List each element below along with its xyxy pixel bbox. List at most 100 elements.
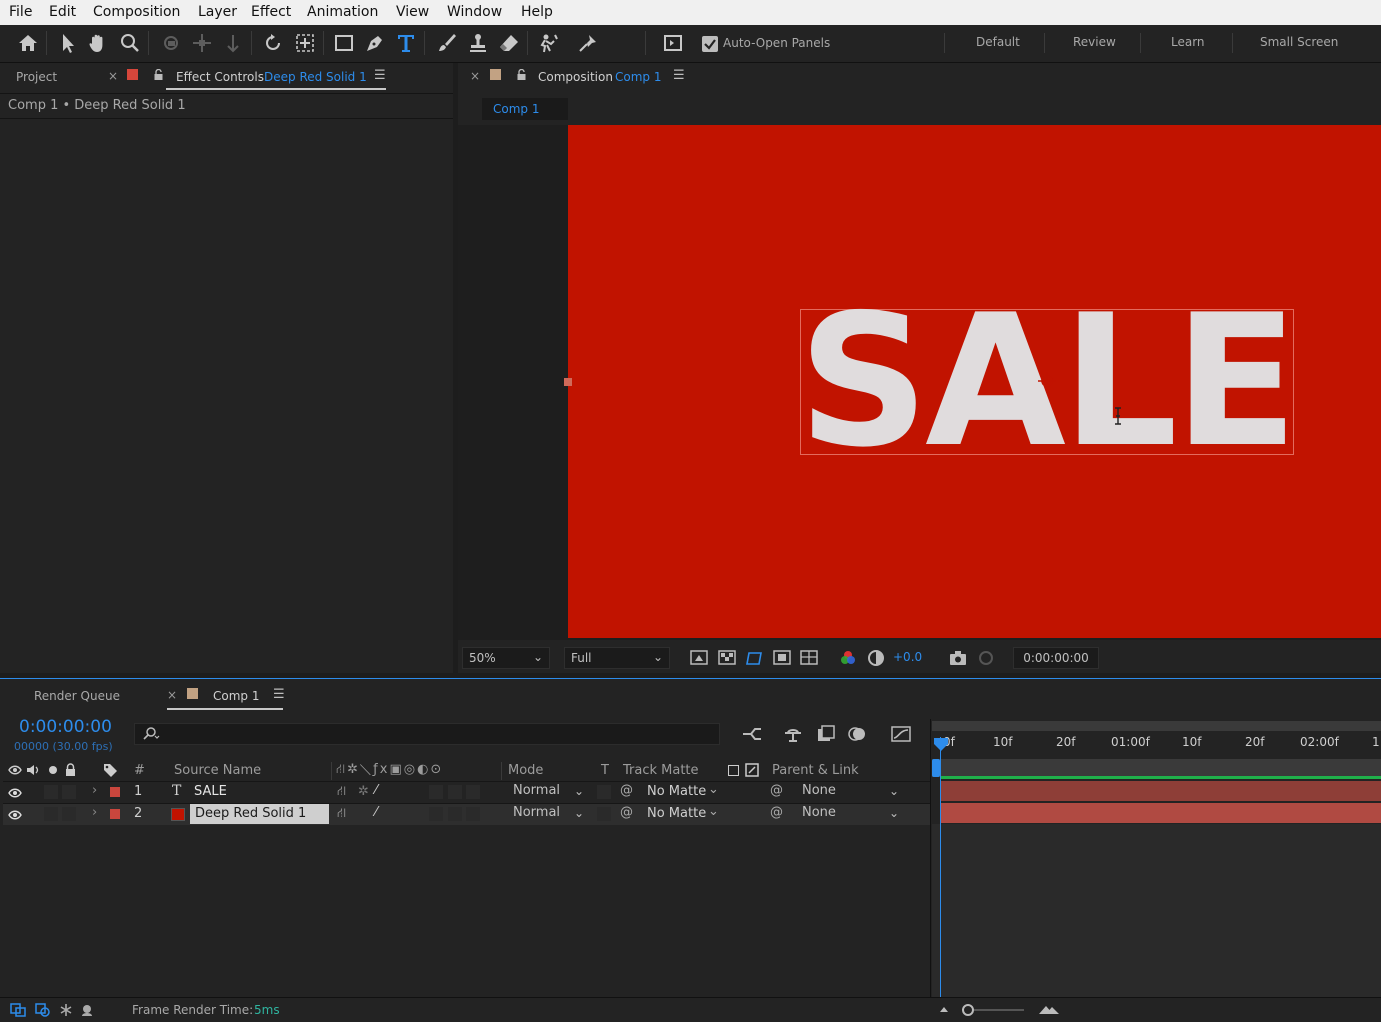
menu-view[interactable]: View [396,4,429,20]
type-tool-icon[interactable] [393,30,419,56]
lock-column-icon[interactable] [65,763,76,776]
quality-switch-icon[interactable]: ⁄ [375,783,377,798]
resolution-dropdown[interactable]: Full ⌄ [564,647,670,669]
lock-switch[interactable] [62,785,76,799]
workspace-learn[interactable]: Learn [1171,35,1205,49]
quality-switch-icon[interactable]: ⁄ [375,805,377,820]
transfer-controls-toggle-icon[interactable] [35,1003,51,1017]
preserve-transparency-switch[interactable] [597,785,611,799]
matte-alpha-icon[interactable] [745,763,759,777]
chevron-down-icon[interactable]: ⌄ [708,782,719,797]
composition-mini-flowchart-icon[interactable] [741,725,763,743]
chevron-down-icon[interactable]: ⌄ [708,804,719,819]
zoom-out-icon[interactable] [938,1004,950,1014]
work-area-bar[interactable] [932,721,1381,731]
close-icon[interactable]: × [470,69,480,83]
solo-switch[interactable] [44,785,58,799]
time-ruler[interactable]: 0f 10f 20f 01:00f 10f 20f 02:00f 1 [932,731,1381,758]
layer-switches-toggle-icon[interactable] [10,1003,26,1017]
lock-icon[interactable] [517,69,526,80]
video-visibility-icon[interactable] [8,764,22,776]
home-icon[interactable] [15,30,41,56]
column-source-name[interactable]: Source Name [174,763,261,778]
layer-row[interactable]: › 2 Deep Red Solid 1 ⛙ ⁄ Normal ⌄ @ No Ma… [3,803,930,825]
workspace-default[interactable]: Default [976,35,1020,49]
menu-layer[interactable]: Layer [198,4,237,20]
panel-menu-icon[interactable]: ☰ [374,68,386,83]
workspace-icon[interactable] [660,30,686,56]
rotation-tool-icon[interactable] [260,30,286,56]
rectangle-tool-icon[interactable] [331,30,357,56]
menu-edit[interactable]: Edit [49,4,76,20]
eraser-icon[interactable] [496,30,522,56]
selection-tool-icon[interactable] [55,30,81,56]
zoom-slider-track[interactable] [974,1009,1024,1011]
lock-icon[interactable] [154,69,163,80]
label-color-box[interactable] [110,809,120,819]
parent-pickwhip-icon[interactable]: @ [770,805,783,820]
comp-subtab[interactable]: Comp 1 [482,98,568,120]
menu-window[interactable]: Window [447,4,502,20]
3d-layer-switch[interactable] [466,807,480,821]
panel-menu-icon[interactable]: ☰ [273,687,285,702]
parent-dropdown[interactable]: None ⌄ [797,804,905,824]
column-parent-link[interactable]: Parent & Link [772,763,859,778]
pan-behind-icon[interactable] [292,30,318,56]
region-of-interest-icon[interactable] [690,649,708,667]
menu-effect[interactable]: Effect [251,4,291,20]
layer-row[interactable]: › 1 T SALE ⛙ ✲ ⁄ Normal ⌄ @ No Matte ⌄ @ … [3,781,930,803]
matte-pickwhip-icon[interactable]: @ [620,805,633,820]
channel-icon[interactable] [839,649,857,667]
clone-stamp-icon[interactable] [465,30,491,56]
menu-help[interactable]: Help [521,4,553,20]
layer-name-selected-bg[interactable]: Deep Red Solid 1 [190,804,329,824]
label-tag-icon[interactable] [103,763,118,777]
render-time-toggle-icon[interactable] [81,1003,97,1017]
layer-name[interactable]: SALE [194,784,227,799]
zoom-tool-icon[interactable] [117,30,143,56]
graph-editor-icon[interactable] [890,725,912,743]
menu-animation[interactable]: Animation [307,4,378,20]
adjustment-switch[interactable] [429,807,443,821]
reset-exposure-icon[interactable] [867,649,885,667]
matte-pickwhip-icon[interactable]: @ [620,783,633,798]
column-mode[interactable]: Mode [508,763,543,778]
continuous-raster-icon[interactable]: ✲ [358,784,369,799]
column-track-matte[interactable]: Track Matte [623,763,699,778]
zoom-slider-handle[interactable] [962,1004,974,1016]
anchor-point-icon[interactable] [1037,371,1057,391]
puppet-pin-icon[interactable] [575,30,601,56]
safe-margins-icon[interactable] [773,649,791,667]
lock-switch[interactable] [62,807,76,821]
eye-icon[interactable] [8,809,22,821]
zoom-in-icon[interactable] [1038,1002,1060,1016]
dolly-camera-icon[interactable] [220,30,246,56]
layer-search-input[interactable] [134,723,720,745]
expand-chevron-icon[interactable]: › [92,783,97,798]
parent-dropdown[interactable]: None ⌄ [797,782,905,802]
eye-icon[interactable] [8,787,22,799]
current-time-display[interactable]: 0:00:00:00 [1013,647,1099,669]
motion-blur-icon[interactable] [847,725,869,743]
adjustment-switch[interactable] [429,785,443,799]
track-matte-value[interactable]: No Matte [647,806,706,821]
playhead-icon[interactable] [933,737,949,753]
panel-menu-icon[interactable]: ☰ [673,68,685,83]
auto-open-checkbox[interactable] [702,36,718,52]
layer-name[interactable]: Deep Red Solid 1 [195,806,306,821]
tab-composition[interactable]: Composition [538,70,613,84]
tab-timeline-comp[interactable]: Comp 1 [213,689,259,703]
pen-tool-icon[interactable] [362,30,388,56]
3d-layer-switch[interactable] [466,785,480,799]
motion-blur-switch[interactable] [448,807,462,821]
hand-tool-icon[interactable] [85,30,111,56]
shy-switch-icon[interactable]: ⛙ [337,806,346,823]
motion-blur-switch[interactable] [448,785,462,799]
matte-visibility-icon[interactable] [728,765,739,776]
timeline-empty-area[interactable] [932,824,1381,997]
layer-handle[interactable] [564,378,572,386]
menu-composition[interactable]: Composition [93,4,180,20]
zoom-dropdown[interactable]: 50% ⌄ [462,647,550,669]
layer-duration-bar-selected[interactable] [941,803,1381,823]
transparency-grid-icon[interactable] [718,649,736,667]
